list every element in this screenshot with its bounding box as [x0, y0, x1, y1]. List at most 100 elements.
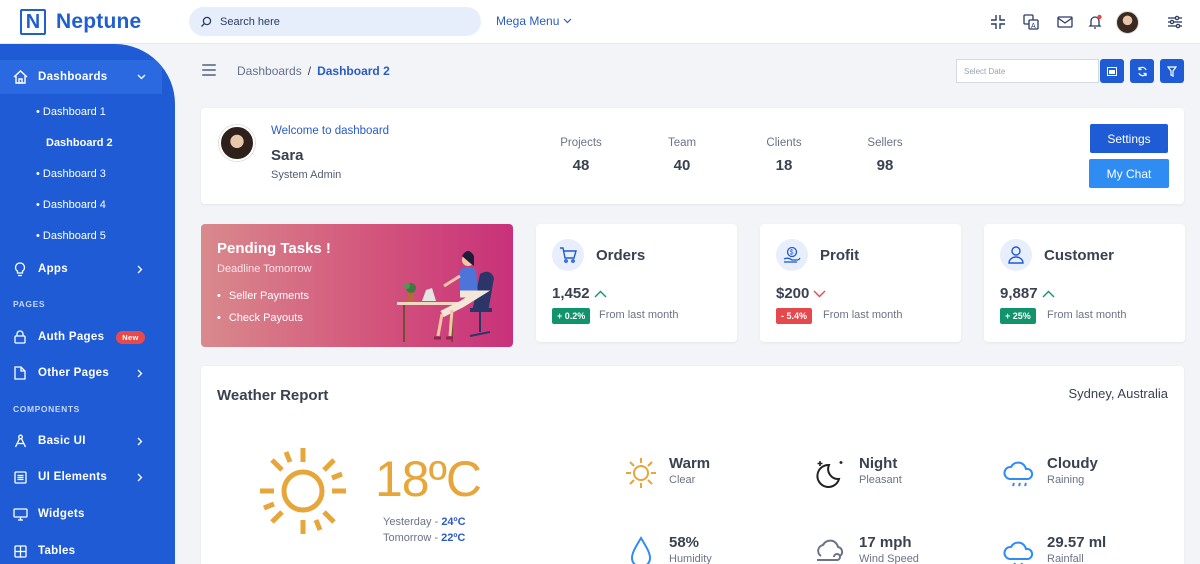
refresh-icon — [1137, 66, 1147, 76]
pending-tasks-card: Pending Tasks ! Deadline Tomorrow Seller… — [201, 224, 513, 347]
refresh-button[interactable] — [1130, 59, 1154, 83]
water-drop-icon — [630, 536, 652, 564]
stat-value: 40 — [673, 157, 691, 174]
tomorrow-value: 22ºC — [441, 532, 466, 544]
chevron-right-icon — [137, 473, 143, 482]
stat-value: 98 — [876, 157, 894, 174]
stat-label: Clients — [766, 137, 802, 149]
list-box-icon — [12, 469, 28, 485]
sidebar-item-tables[interactable]: Tables — [12, 543, 75, 559]
sun-cloud-rain-icon — [1003, 541, 1034, 564]
user-name: Sara — [271, 147, 304, 164]
chevron-right-icon — [137, 265, 143, 274]
sidebar-item-apps[interactable]: Apps — [12, 261, 68, 277]
sidebar-item-dashboards[interactable]: Dashboards — [12, 69, 107, 85]
trend-down-icon — [813, 290, 826, 297]
condition-name: 58% — [669, 534, 700, 551]
table-icon — [12, 543, 28, 559]
metric-note: From last month — [1047, 309, 1127, 321]
metric-value-row: $200 — [776, 285, 826, 302]
condition-desc: Wind Speed — [859, 553, 919, 564]
sidebar-item-label: Other Pages — [38, 367, 110, 379]
pending-item: Seller Payments — [217, 290, 309, 302]
office-worker-illustration — [397, 251, 494, 342]
metric-note: From last month — [823, 309, 903, 321]
weather-title: Weather Report — [217, 387, 329, 404]
tomorrow-temp: Tomorrow - 22ºC — [383, 532, 465, 544]
new-badge: New — [116, 330, 145, 344]
mail-icon[interactable] — [1056, 13, 1074, 31]
user-avatar[interactable] — [1116, 11, 1139, 34]
bell-icon[interactable] — [1086, 13, 1104, 31]
trend-up-icon — [1042, 290, 1055, 297]
tomorrow-label: Tomorrow - — [383, 532, 439, 544]
mega-menu-label: Mega Menu — [496, 14, 560, 28]
stat-clients: Clients 18 — [744, 137, 824, 174]
condition-desc: Rainfall — [1047, 553, 1084, 564]
metric-change-badge: + 0.2% — [552, 308, 591, 324]
search-bar[interactable] — [189, 7, 481, 36]
profile-avatar — [219, 125, 255, 161]
condition-name: Warm — [669, 455, 711, 472]
sidebar-subitem-dashboard-3[interactable]: • Dashboard 3 — [36, 168, 106, 180]
sidebar-subitem-dashboard-4[interactable]: • Dashboard 4 — [36, 199, 106, 211]
stat-label: Team — [667, 137, 697, 149]
filter-icon — [1167, 65, 1177, 77]
subitem-label: Dashboard 4 — [42, 199, 106, 211]
sidebar-subitem-dashboard-2[interactable]: Dashboard 2 — [46, 137, 113, 149]
svg-text:$: $ — [790, 250, 794, 257]
sidebar-subitem-dashboard-1[interactable]: • Dashboard 1 — [36, 106, 106, 118]
metric-title: Customer — [1044, 247, 1115, 264]
condition-desc: Raining — [1047, 474, 1085, 486]
sidebar-item-auth-pages[interactable]: Auth Pages New — [12, 329, 145, 345]
weather-condition-cloudy: Cloudy Raining — [1001, 455, 1098, 491]
menu-toggle-icon[interactable] — [202, 64, 216, 76]
section-label-pages: PAGES — [13, 299, 46, 309]
brand-logo[interactable]: N Neptune — [20, 9, 141, 35]
current-temperature: 18ºC — [375, 451, 482, 507]
stat-sellers: Sellers 98 — [845, 137, 925, 174]
sidebar-item-ui-elements[interactable]: UI Elements — [12, 469, 107, 485]
filter-button[interactable] — [1160, 59, 1184, 83]
monitor-icon — [12, 506, 28, 522]
weather-stat-wind: 17 mph Wind Speed — [813, 534, 919, 564]
moon-stars-icon — [816, 461, 843, 488]
metric-change-badge: - 5.4% — [776, 308, 813, 324]
date-picker-input[interactable]: Select Date — [956, 59, 1099, 83]
pending-subtitle: Deadline Tomorrow — [217, 263, 312, 275]
yesterday-value: 24ºC — [441, 516, 466, 528]
condition-name: Night — [859, 455, 898, 472]
lock-icon — [12, 329, 28, 345]
wind-cloud-icon — [817, 539, 844, 561]
metric-value-row: 9,887 — [1000, 285, 1055, 302]
weather-location: Sydney, Australia — [1068, 386, 1168, 401]
calendar-button[interactable] — [1100, 59, 1124, 83]
pending-list: Seller Payments Check Payouts — [217, 290, 309, 334]
settings-button[interactable]: Settings — [1090, 124, 1168, 153]
sidebar-item-other-pages[interactable]: Other Pages — [12, 365, 109, 381]
section-label-components: COMPONENTS — [13, 404, 80, 414]
sidebar-item-basic-ui[interactable]: Basic UI — [12, 433, 86, 449]
metric-change-badge: + 25% — [1000, 308, 1036, 324]
my-chat-button[interactable]: My Chat — [1089, 159, 1169, 188]
settings-sliders-icon[interactable] — [1166, 13, 1184, 31]
translate-icon[interactable]: A — [1022, 13, 1040, 31]
sidebar-item-widgets[interactable]: Widgets — [12, 506, 85, 522]
metric-value-row: 1,452 — [552, 285, 607, 302]
search-input[interactable] — [220, 15, 460, 28]
mega-menu[interactable]: Mega Menu — [496, 14, 572, 28]
metric-title: Orders — [596, 247, 646, 264]
top-bar: N Neptune Mega Menu A — [0, 0, 1200, 44]
stat-projects: Projects 48 — [541, 137, 621, 174]
stat-value: 48 — [572, 157, 590, 174]
breadcrumb: Dashboards / Dashboard 2 — [237, 64, 390, 78]
metric-note: From last month — [599, 309, 679, 321]
metric-card-orders: Orders 1,452 + 0.2% From last month — [536, 224, 737, 342]
subitem-label: Dashboard 3 — [42, 168, 106, 180]
sidebar-subitem-dashboard-5[interactable]: • Dashboard 5 — [36, 230, 106, 242]
breadcrumb-parent[interactable]: Dashboards — [237, 64, 302, 78]
fullscreen-exit-icon[interactable] — [989, 13, 1007, 31]
condition-desc: Humidity — [669, 553, 712, 564]
sidebar-item-label: Apps — [38, 263, 68, 275]
stat-team: Team 40 — [642, 137, 722, 174]
